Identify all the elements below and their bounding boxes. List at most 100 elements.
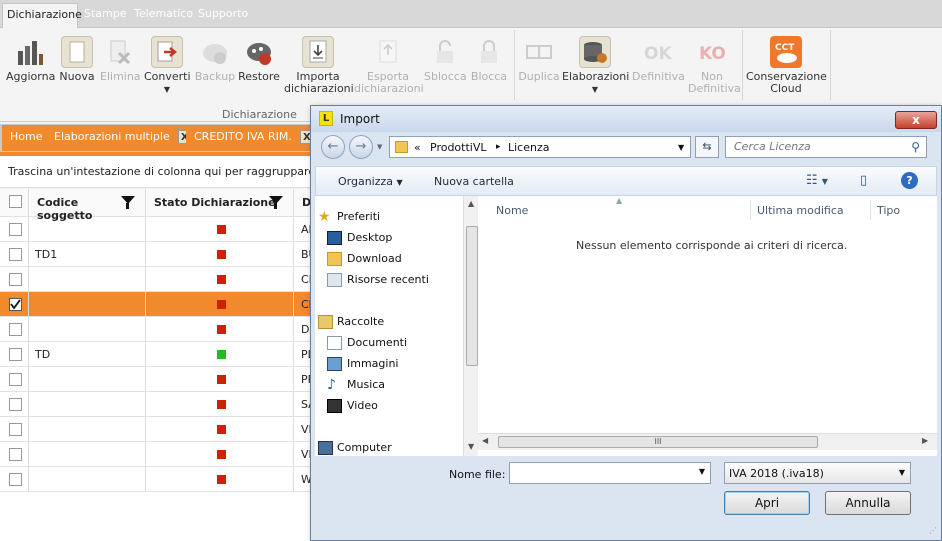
row-select-cell[interactable] xyxy=(0,442,29,467)
filename-input[interactable]: ▼ xyxy=(509,462,711,484)
cell-codice-soggetto[interactable] xyxy=(29,267,146,292)
nav-preferiti[interactable]: ★ Preferiti xyxy=(315,207,465,227)
esporta-dichiarazioni-button[interactable]: Esporta dichiarazioni xyxy=(354,36,424,95)
cancel-button[interactable]: Annulla xyxy=(825,491,911,515)
nav-raccolte[interactable]: Raccolte xyxy=(315,312,465,332)
scroll-down-icon[interactable]: ▼ xyxy=(468,442,474,451)
search-input[interactable]: Cerca Licenza ⚲ xyxy=(725,136,927,158)
menu-tab-stampe[interactable]: Stampe xyxy=(80,3,131,28)
cell-stato[interactable] xyxy=(146,317,294,342)
scrollbar-thumb[interactable]: III xyxy=(498,436,818,448)
cell-stato[interactable] xyxy=(146,242,294,267)
filetype-select[interactable]: IVA 2018 (.iva18) ▼ xyxy=(724,462,911,484)
new-folder-button[interactable]: Nuova cartella xyxy=(434,175,514,188)
back-button[interactable]: ← xyxy=(321,135,345,159)
chevron-down-icon[interactable]: ▼ xyxy=(678,143,684,152)
row-select-cell[interactable] xyxy=(0,242,29,267)
cell-codice-soggetto[interactable] xyxy=(29,417,146,442)
nav-video[interactable]: Video xyxy=(315,396,465,416)
checkbox[interactable] xyxy=(9,195,22,208)
tab-credito-iva-rim[interactable]: CREDITO IVA RIM. X xyxy=(186,125,323,151)
filter-icon[interactable] xyxy=(121,196,135,209)
cell-stato[interactable] xyxy=(146,442,294,467)
cell-stato[interactable] xyxy=(146,267,294,292)
filter-icon[interactable] xyxy=(269,196,283,209)
header-select-all[interactable] xyxy=(0,189,29,217)
scroll-left-icon[interactable]: ◀ xyxy=(482,436,488,445)
file-list-scrollbar[interactable]: ◀ III ▶ xyxy=(478,433,937,450)
column-header-ultima-modifica[interactable]: Ultima modifica xyxy=(757,204,844,217)
history-chevron-icon[interactable]: ▼ xyxy=(377,143,382,151)
chevron-down-icon[interactable]: ▼ xyxy=(699,467,705,476)
checkbox[interactable] xyxy=(9,223,22,236)
checkbox[interactable] xyxy=(9,348,22,361)
cell-codice-soggetto[interactable]: TD xyxy=(29,342,146,367)
cell-codice-soggetto[interactable]: TD1 xyxy=(29,242,146,267)
elaborazioni-button[interactable]: Elaborazioni ▼ xyxy=(562,36,629,96)
resize-grip-icon[interactable]: ⋰ xyxy=(929,526,937,535)
row-select-cell[interactable] xyxy=(0,267,29,292)
open-button[interactable]: Apri xyxy=(724,491,810,515)
checkbox[interactable] xyxy=(9,373,22,386)
nav-musica[interactable]: ♪ Musica xyxy=(315,375,465,395)
converti-button[interactable]: Converti ▼ xyxy=(144,36,191,96)
conservazione-cloud-button[interactable]: CCT Conservazione Cloud xyxy=(746,36,827,95)
blocca-button[interactable]: Blocca xyxy=(468,36,510,83)
cell-stato[interactable] xyxy=(146,392,294,417)
checkbox[interactable] xyxy=(9,423,22,436)
forward-button[interactable]: → xyxy=(349,135,373,159)
row-select-cell[interactable] xyxy=(0,392,29,417)
scrollbar-thumb[interactable] xyxy=(466,226,478,366)
importa-dichiarazioni-button[interactable]: Importa dichiarazioni xyxy=(284,36,354,95)
cell-stato[interactable] xyxy=(146,367,294,392)
checkbox[interactable] xyxy=(9,448,22,461)
row-select-cell[interactable] xyxy=(0,217,29,242)
row-select-cell[interactable] xyxy=(0,292,29,317)
cell-stato[interactable] xyxy=(146,292,294,317)
menu-tab-supporto[interactable]: Supporto xyxy=(194,3,252,28)
definitiva-button[interactable]: OK Definitiva xyxy=(632,36,685,83)
row-select-cell[interactable] xyxy=(0,367,29,392)
cell-codice-soggetto[interactable] xyxy=(29,292,146,317)
cell-codice-soggetto[interactable] xyxy=(29,392,146,417)
duplica-button[interactable]: Duplica xyxy=(518,36,560,83)
cell-stato[interactable] xyxy=(146,217,294,242)
close-button[interactable]: x xyxy=(895,111,937,129)
nav-download[interactable]: Download xyxy=(315,249,465,269)
tab-elaborazioni-multiple[interactable]: Elaborazioni multiple X xyxy=(46,125,201,151)
nav-risorse-recenti[interactable]: Risorse recenti xyxy=(315,270,465,290)
backup-button[interactable]: Backup xyxy=(194,36,236,83)
checkbox[interactable] xyxy=(9,298,22,311)
checkbox[interactable] xyxy=(9,273,22,286)
checkbox[interactable] xyxy=(9,473,22,486)
elimina-button[interactable]: Elimina xyxy=(100,36,141,83)
nav-desktop[interactable]: Desktop xyxy=(315,228,465,248)
checkbox[interactable] xyxy=(9,323,22,336)
column-header-tipo[interactable]: Tipo xyxy=(877,204,900,217)
cell-codice-soggetto[interactable] xyxy=(29,367,146,392)
tab-home[interactable]: Home xyxy=(2,125,52,151)
row-select-cell[interactable] xyxy=(0,467,29,492)
scroll-up-icon[interactable]: ▲ xyxy=(468,199,474,208)
cell-stato[interactable] xyxy=(146,417,294,442)
cell-codice-soggetto[interactable] xyxy=(29,467,146,492)
breadcrumb-prodottivl[interactable]: ProdottiVL xyxy=(430,141,487,154)
refresh-icon[interactable]: ⇆ xyxy=(695,136,719,158)
row-select-cell[interactable] xyxy=(0,417,29,442)
menu-tab-telematico[interactable]: Telematico xyxy=(130,3,197,28)
scroll-right-icon[interactable]: ▶ xyxy=(922,436,928,445)
breadcrumb-licenza[interactable]: Licenza xyxy=(508,141,550,154)
cell-codice-soggetto[interactable] xyxy=(29,442,146,467)
cell-codice-soggetto[interactable] xyxy=(29,317,146,342)
row-select-cell[interactable] xyxy=(0,317,29,342)
nuova-button[interactable]: Nuova xyxy=(58,36,96,83)
address-bar[interactable]: « ProdottiVL ▸ Licenza ▼ xyxy=(389,136,691,158)
cell-stato[interactable] xyxy=(146,342,294,367)
column-header-nome[interactable]: Nome xyxy=(496,204,528,217)
preview-pane-icon[interactable]: ▯ xyxy=(860,173,867,188)
help-icon[interactable]: ? xyxy=(901,172,918,189)
view-options-icon[interactable]: ☷ ▼ xyxy=(806,173,828,188)
organize-menu[interactable]: Organizza ▼ xyxy=(338,175,403,188)
sblocca-button[interactable]: Sblocca xyxy=(424,36,467,83)
checkbox[interactable] xyxy=(9,248,22,261)
